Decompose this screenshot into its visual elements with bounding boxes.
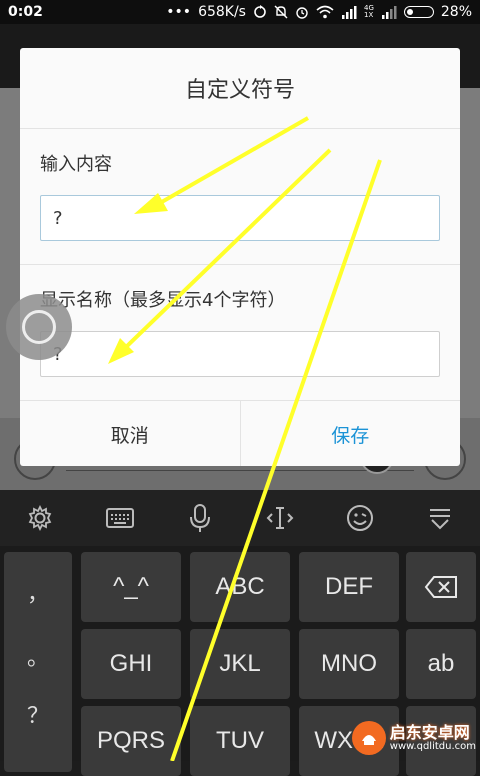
collapse-keyboard-icon[interactable]	[420, 498, 460, 538]
keyboard-icon[interactable]	[100, 498, 140, 538]
key-ghi[interactable]: GHI	[81, 629, 181, 699]
network-type-label-2: 1X	[363, 11, 374, 19]
punct-key-comma[interactable]: ，	[4, 576, 72, 608]
custom-symbol-dialog: 自定义符号 输入内容 ? 显示名称（最多显示4个字符） ? 取消 保存	[20, 48, 460, 466]
microphone-icon[interactable]	[180, 498, 220, 538]
punctuation-column: ， 。 ？	[4, 552, 72, 772]
content-input[interactable]: ?	[40, 195, 440, 241]
cursor-icon[interactable]	[260, 498, 300, 538]
sync-icon	[253, 5, 267, 19]
battery-percent: 28%	[440, 4, 472, 20]
wifi-icon	[316, 5, 334, 19]
gear-icon[interactable]	[20, 498, 60, 538]
key-lowercase-toggle[interactable]: ab	[406, 629, 476, 699]
floating-assist-ball[interactable]	[6, 294, 72, 360]
message-input-line	[66, 470, 414, 471]
keyboard-toolbar	[0, 490, 480, 546]
signal-icon-2	[381, 5, 397, 19]
key-pqrs[interactable]: PQRS	[81, 706, 181, 776]
watermark-logo-icon	[352, 721, 386, 755]
key-mno[interactable]: MNO	[299, 629, 399, 699]
network-speed: 658K/s	[198, 4, 246, 20]
dialog-title: 自定义符号	[184, 78, 295, 103]
dialog-button-row: 取消 保存	[20, 400, 460, 466]
battery-icon	[403, 6, 434, 18]
status-bar: 0:02 ••• 658K/s 4G 1X 28%	[0, 0, 480, 24]
notification-dots: •••	[166, 4, 192, 20]
field-divider	[20, 264, 460, 265]
backspace-key[interactable]	[406, 552, 476, 622]
mute-bell-icon	[274, 5, 288, 19]
key-tuv[interactable]: TUV	[190, 706, 290, 776]
watermark-url: www.qdlitdu.com	[389, 741, 476, 753]
site-watermark: 启东安卓网 www.qdlitdu.com	[352, 718, 476, 758]
backspace-icon	[424, 576, 457, 598]
display-name-field-label: 显示名称（最多显示4个字符）	[40, 290, 286, 311]
signal-icon	[341, 5, 357, 19]
watermark-name: 启东安卓网	[389, 722, 470, 742]
key-jkl[interactable]: JKL	[190, 629, 290, 699]
key-def[interactable]: DEF	[299, 552, 399, 622]
emoji-icon[interactable]	[340, 498, 380, 538]
status-time: 0:02	[8, 4, 43, 20]
assist-ball-icon	[22, 310, 56, 344]
punct-key-period[interactable]: 。	[4, 640, 72, 672]
dialog-divider	[20, 128, 460, 129]
key-emoticon[interactable]: ^_^	[81, 552, 181, 622]
alarm-icon	[295, 5, 309, 19]
content-field-label: 输入内容	[40, 154, 112, 175]
cancel-button[interactable]: 取消	[20, 401, 241, 466]
key-abc[interactable]: ABC	[190, 552, 290, 622]
display-name-input[interactable]: ?	[40, 331, 440, 377]
punct-key-question[interactable]: ？	[4, 698, 72, 730]
save-button[interactable]: 保存	[241, 401, 461, 466]
